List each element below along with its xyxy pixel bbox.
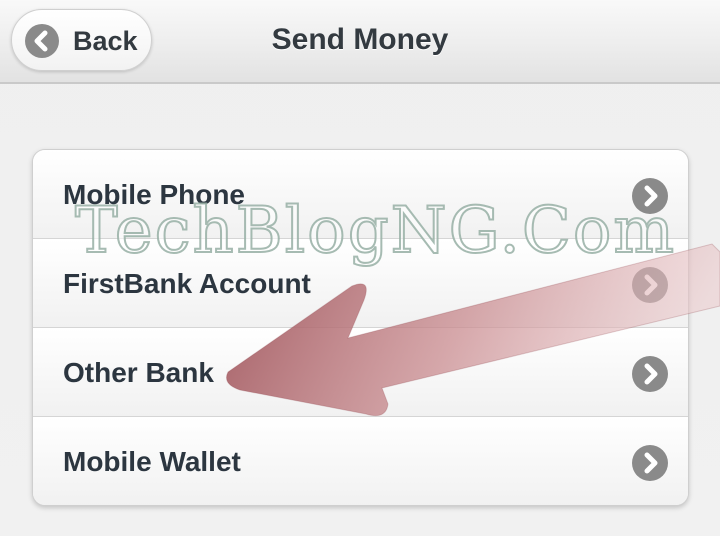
chevron-right-icon xyxy=(632,445,668,481)
send-money-options-list: Mobile Phone FirstBank Account Other Ban… xyxy=(32,149,689,506)
header-bar: Back Send Money xyxy=(0,0,720,84)
list-item-firstbank-account[interactable]: FirstBank Account xyxy=(33,239,688,328)
list-item-label: Mobile Wallet xyxy=(63,446,241,477)
list-item-label: Mobile Phone xyxy=(63,179,245,210)
list-item-label: FirstBank Account xyxy=(63,268,311,299)
list-item-other-bank[interactable]: Other Bank xyxy=(33,328,688,417)
list-item-mobile-phone[interactable]: Mobile Phone xyxy=(33,150,688,239)
chevron-right-icon xyxy=(632,356,668,392)
page-title: Send Money xyxy=(271,23,449,56)
chevron-right-icon xyxy=(632,178,668,214)
list-item-label: Other Bank xyxy=(63,357,214,388)
list-item-mobile-wallet[interactable]: Mobile Wallet xyxy=(33,417,688,505)
back-button-label: Back xyxy=(73,26,138,56)
back-button[interactable]: Back xyxy=(11,9,152,71)
chevron-left-icon xyxy=(25,24,59,58)
chevron-right-icon xyxy=(632,267,668,303)
